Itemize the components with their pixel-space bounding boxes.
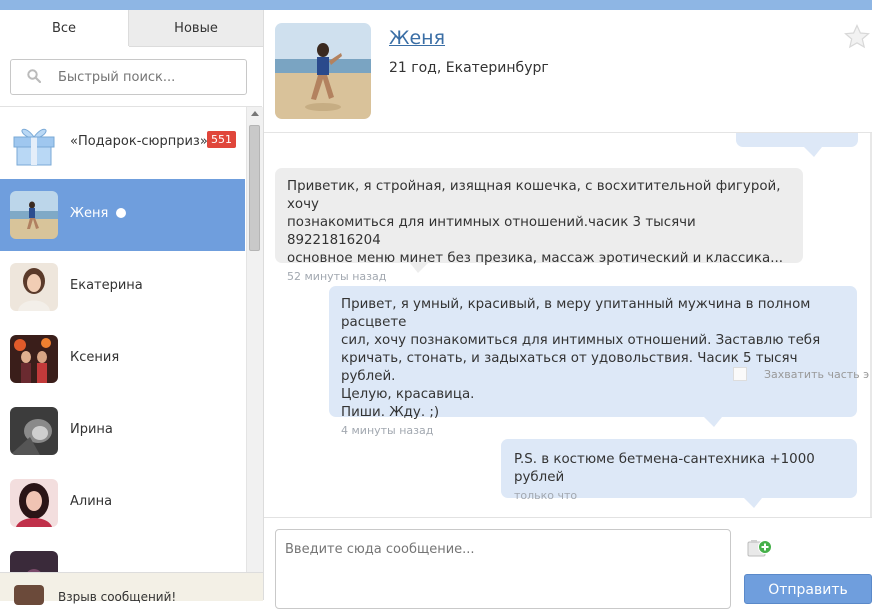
bottom-banner[interactable]: Взрыв сообщений! (0, 572, 263, 605)
scrollbar-thumb[interactable] (249, 125, 260, 251)
search-icon (27, 69, 41, 83)
contact-list-scrollbar[interactable] (246, 107, 263, 582)
gift-icon (13, 128, 55, 166)
contacts-sidebar: Все Новые «Подарок-сюрприз» 551 (0, 10, 264, 605)
bubble-tail (410, 263, 428, 273)
message-text: Привет, я умный, красивый, в меру упитан… (341, 297, 821, 420)
avatar (14, 585, 44, 605)
sidebar-tabs: Все Новые (0, 10, 263, 47)
bubble-tail (804, 147, 822, 157)
unread-badge: 551 (207, 131, 236, 148)
contact-name: Женя (70, 206, 127, 221)
screen-capture-overlay[interactable]: Захватить часть экр (733, 365, 872, 385)
contact-item-zhenya[interactable]: Женя (0, 179, 245, 251)
avatar (10, 263, 58, 311)
profile-info: 21 год, Екатеринбург (389, 60, 549, 76)
message-bubble-outgoing: Привет, я умный, красивый, в меру упитан… (329, 286, 857, 437)
profile-name-link[interactable]: Женя (389, 27, 445, 49)
contact-item-ekaterina[interactable]: Екатерина (0, 251, 245, 323)
contact-name: Ксения (70, 350, 120, 365)
contact-item-alina[interactable]: Алина (0, 467, 245, 539)
online-indicator (116, 208, 127, 218)
attach-photo-icon[interactable] (746, 537, 774, 559)
contact-list: «Подарок-сюрприз» 551 Женя Екатерина Ксе… (0, 107, 245, 582)
message-text: Приветик, я стройная, изящная кошечка, с… (287, 179, 783, 266)
scroll-up-icon[interactable] (251, 111, 259, 116)
contact-name: «Подарок-сюрприз» (70, 134, 208, 149)
search-input[interactable] (58, 68, 238, 86)
bubble-tail (704, 417, 722, 427)
contact-name: Алина (70, 494, 113, 509)
message-bubble-incoming: Приветик, я стройная, изящная кошечка, с… (275, 168, 803, 283)
message-time: 52 минуты назад (287, 270, 387, 283)
avatar (10, 407, 58, 455)
message-bubble-outgoing: P.S. в костюме бетмена-сантехника +1000 … (501, 439, 857, 502)
message-text: P.S. в костюме бетмена-сантехника +1000 … (514, 452, 820, 485)
bottom-banner-text: Взрыв сообщений! (58, 590, 177, 604)
contact-name: Екатерина (70, 278, 143, 293)
bubble-tail (744, 498, 762, 508)
capture-checkbox[interactable] (733, 367, 747, 381)
tab-all[interactable]: Все (0, 10, 129, 46)
window-top-bar (0, 0, 872, 10)
contact-item-irina[interactable]: Ирина (0, 395, 245, 467)
contact-name: Ирина (70, 422, 113, 437)
star-icon[interactable] (844, 24, 870, 50)
avatar (10, 335, 58, 383)
chat-panel: Женя 21 год, Екатеринбург Приветик, я ст… (264, 10, 872, 609)
contact-item-kseniya[interactable]: Ксения (0, 323, 245, 395)
capture-label: Захватить часть экр (764, 368, 872, 381)
message-input[interactable] (275, 529, 731, 609)
composer: Отправить (264, 517, 872, 609)
message-time: только что (514, 489, 578, 502)
chat-header: Женя 21 год, Екатеринбург (264, 10, 872, 133)
avatar (10, 191, 58, 239)
profile-photo[interactable] (275, 23, 371, 119)
message-time: 4 минуты назад (341, 424, 434, 437)
contact-item-gift[interactable]: «Подарок-сюрприз» 551 (0, 107, 245, 179)
search-box[interactable] (10, 59, 247, 95)
message-list: Приветик, я стройная, изящная кошечка, с… (264, 133, 872, 517)
tab-new[interactable]: Новые (129, 10, 263, 47)
message-bubble-partial (736, 133, 858, 147)
avatar (10, 479, 58, 527)
